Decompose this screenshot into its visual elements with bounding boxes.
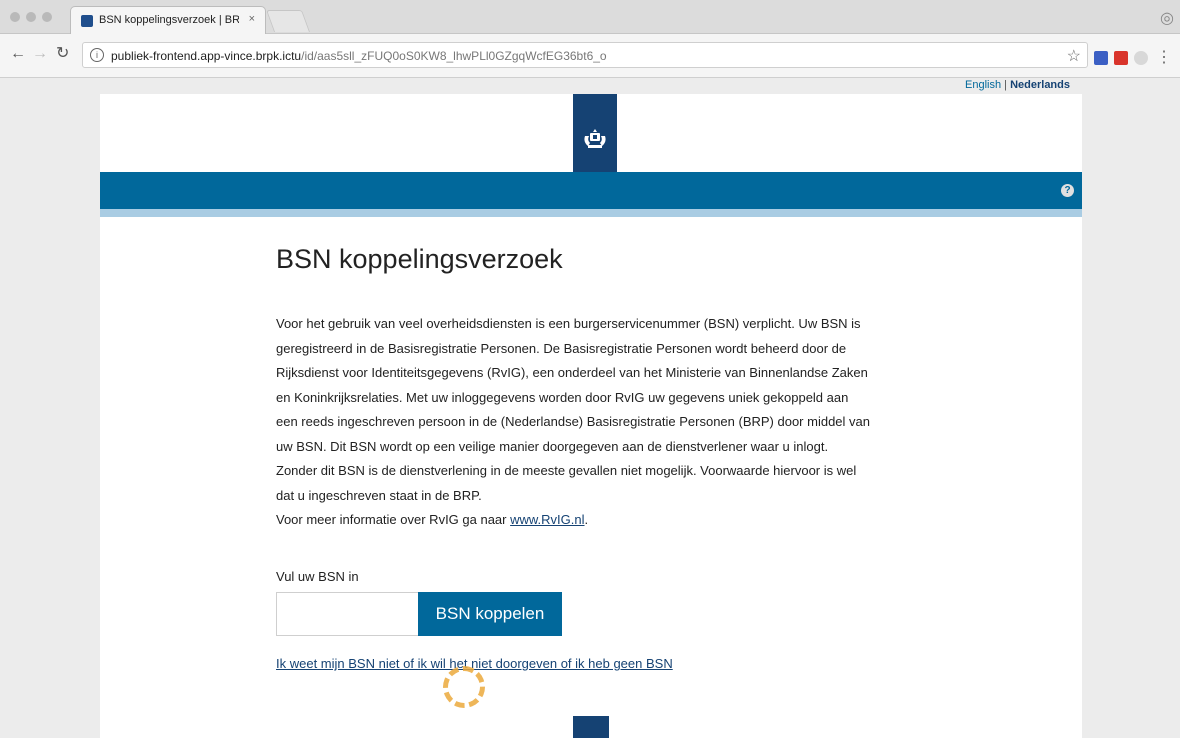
language-switcher: English | Nederlands xyxy=(960,79,1070,93)
header-blue-bar: ? xyxy=(100,172,1082,209)
browser-toolbar: ← → ↻ i publiek-frontend.app-vince.brpk.… xyxy=(0,34,1180,78)
intro-line: en Koninkrijksrelaties. Met uw inloggege… xyxy=(276,389,849,405)
language-english-link[interactable]: English xyxy=(965,79,1001,91)
tab-favicon-icon xyxy=(81,15,93,27)
intro-text: Voor het gebruik van veel overheidsdiens… xyxy=(276,312,916,533)
language-separator: | xyxy=(1004,79,1008,91)
intro-line: uw BSN. Dit BSN wordt op een veilige man… xyxy=(276,438,829,454)
tab-title: BSN koppelingsverzoek | BRP xyxy=(99,14,239,26)
back-arrow-icon[interactable]: ← xyxy=(10,46,26,62)
browser-tab-strip: BSN koppelingsverzoek | BRP × ◎ xyxy=(0,0,1180,34)
main-content: BSN koppelingsverzoek Voor het gebruik v… xyxy=(276,244,916,671)
more-info-suffix: . xyxy=(584,512,589,527)
reload-icon[interactable]: ↻ xyxy=(56,46,69,62)
more-info-prefix: Voor meer informatie over RvIG ga naar xyxy=(276,512,511,527)
info-icon[interactable]: i xyxy=(90,48,104,62)
star-icon[interactable]: ☆ xyxy=(1067,46,1081,66)
extension-icon[interactable] xyxy=(1134,51,1148,65)
browser-tab[interactable]: BSN koppelingsverzoek | BRP × xyxy=(70,6,266,34)
intro-line: Zonder dit BSN is de dienstverlening in … xyxy=(276,463,857,478)
forward-arrow-icon[interactable]: → xyxy=(32,46,48,62)
bsn-input[interactable] xyxy=(276,592,418,636)
kebab-menu-icon[interactable]: ⋮ xyxy=(1156,47,1172,67)
extension-icon[interactable] xyxy=(1114,51,1128,65)
window-close-button[interactable] xyxy=(10,12,20,22)
url-path: /id/aas5sll_zFUQ0oS0KW8_lhwPLl0GZgqWcfEG… xyxy=(301,49,607,63)
help-icon[interactable]: ? xyxy=(1061,184,1074,197)
intro-line: Rijksdienst voor Identiteitsgegevens (Rv… xyxy=(276,365,868,380)
new-tab-button[interactable] xyxy=(265,10,311,32)
url-text: publiek-frontend.app-vince.brpk.ictu/id/… xyxy=(111,49,607,63)
intro-line: geregistreerd in de Basisregistratie Per… xyxy=(276,340,847,356)
window-zoom-button[interactable] xyxy=(42,12,52,22)
rijksoverheid-logo xyxy=(573,94,617,172)
page-card: ? BSN koppelingsverzoek Voor het gebruik… xyxy=(100,94,1082,738)
rvig-website-link[interactable]: www.RvIG.nl xyxy=(510,512,584,527)
address-bar[interactable]: i publiek-frontend.app-vince.brpk.ictu/i… xyxy=(82,42,1088,68)
bsn-koppelen-button[interactable]: BSN koppelen xyxy=(418,592,562,636)
footer-logo-block xyxy=(573,716,609,738)
page-title: BSN koppelingsverzoek xyxy=(276,244,563,274)
bsn-label: Vul uw BSN in xyxy=(276,569,359,584)
window-minimize-button[interactable] xyxy=(26,12,36,22)
tab-close-icon[interactable]: × xyxy=(249,13,255,25)
page-viewport: English | Nederlands ? BSN koppelingsver… xyxy=(0,79,1180,738)
coat-of-arms-icon xyxy=(584,129,606,148)
header-accent-bar xyxy=(100,209,1082,217)
intro-line: dat u ingeschreven staat in de BRP. xyxy=(276,487,482,503)
extension-icon[interactable] xyxy=(1094,51,1108,65)
click-indicator xyxy=(443,666,485,708)
more-info-line: Voor meer informatie over RvIG ga naar w… xyxy=(276,508,916,533)
intro-line: een reeds ingeschreven persoon in de (Ne… xyxy=(276,414,870,429)
language-dutch-link[interactable]: Nederlands xyxy=(1010,79,1070,91)
url-host: publiek-frontend.app-vince.brpk.ictu xyxy=(111,49,302,63)
intro-line: Voor het gebruik van veel overheidsdiens… xyxy=(276,316,861,331)
profile-icon[interactable]: ◎ xyxy=(1160,8,1174,28)
